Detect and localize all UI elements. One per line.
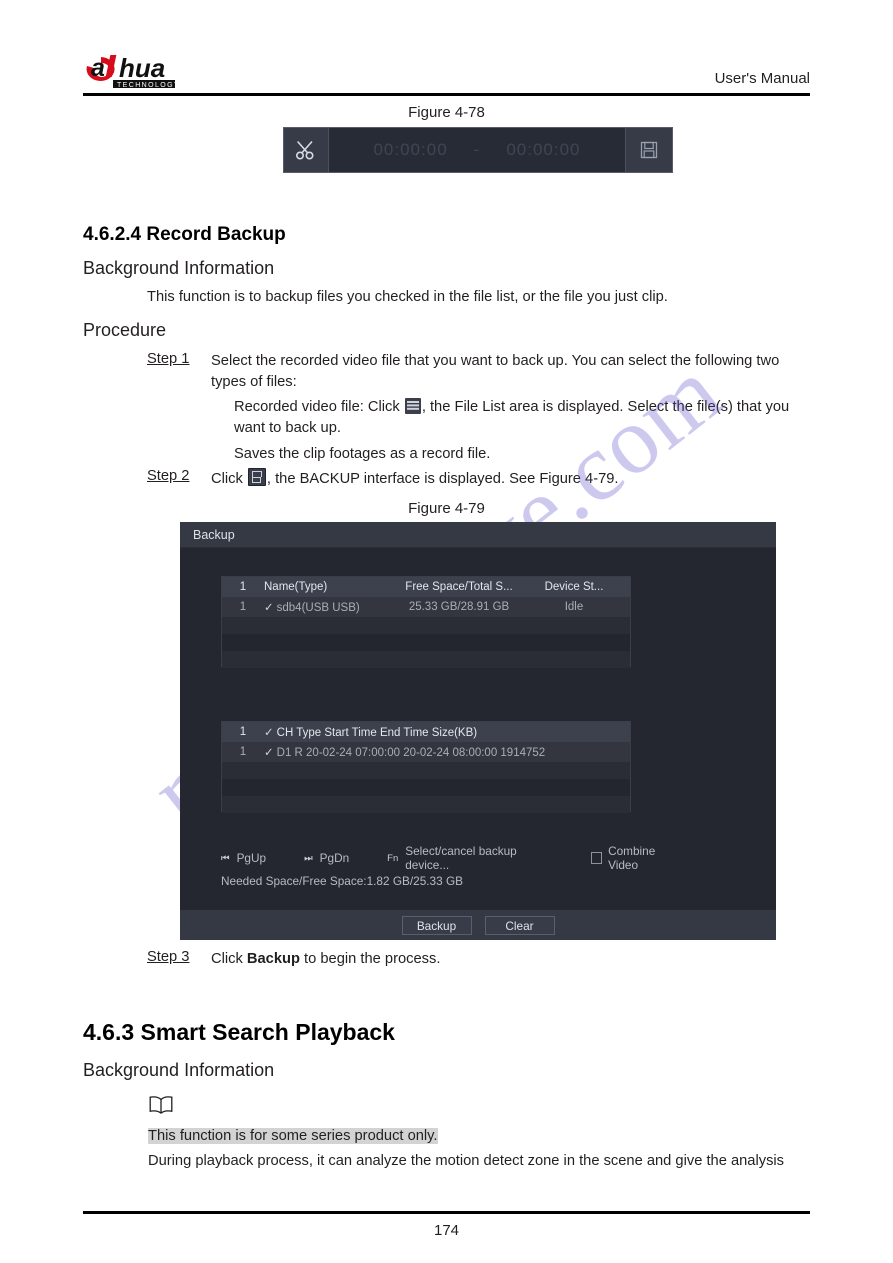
- device-col-status: Device St...: [544, 581, 604, 593]
- backup-dialog: Backup 1 Name(Type) Free Space/Total S..…: [180, 522, 776, 940]
- device-row-space: 25.33 GB/28.91 GB: [408, 601, 510, 613]
- table-row[interactable]: 1 ✓ D1 R 20-02-24 07:00:00 20-02-24 08:00…: [222, 742, 630, 762]
- pgup-button[interactable]: ⏮ PgUp: [221, 851, 266, 865]
- backup-button[interactable]: Backup: [401, 915, 472, 935]
- backup-dialog-footer: Backup Clear: [180, 910, 776, 940]
- step-3-post: to begin the process.: [299, 951, 441, 967]
- table-row[interactable]: 1 ✓ sdb4(USB USB) 25.33 GB/28.91 GB Idle: [222, 597, 630, 617]
- device-col-index: 1: [239, 581, 247, 593]
- svg-text:hua: hua: [119, 53, 165, 83]
- device-empty-row: [222, 634, 630, 651]
- file-row-values: ✓ D1 R 20-02-24 07:00:00 20-02-24 08:00:0…: [264, 745, 630, 759]
- header-title: User's Manual: [714, 70, 810, 87]
- file-col-labels: ✓ CH Type Start Time End Time Size(KB): [264, 725, 630, 739]
- note-text-highlighted: This function is for some series product…: [148, 1128, 438, 1144]
- dahua-logo: a hua TECHNOLOGY: [83, 52, 283, 90]
- step-3-bold: Backup: [246, 951, 300, 967]
- clip-time-range: 00:00:00 - 00:00:00: [329, 128, 625, 172]
- pgdn-key-icon: ⏭: [304, 852, 313, 864]
- save-icon[interactable]: [625, 128, 672, 172]
- footer-divider: [83, 1211, 810, 1214]
- pgup-key-icon: ⏮: [221, 852, 230, 864]
- backup-dialog-titlebar: Backup: [180, 522, 776, 548]
- manual-page: a hua TECHNOLOGY User's Manual manualshi…: [0, 0, 893, 1263]
- background-information-heading-1: Background Information: [83, 258, 275, 278]
- file-empty-row: [222, 796, 630, 813]
- file-row-text: D1 R 20-02-24 07:00:00 20-02-24 08:00:00…: [276, 747, 546, 759]
- backup-file-table: 1 ✓ CH Type Start Time End Time Size(KB) …: [221, 721, 631, 813]
- file-col-index: 1: [239, 726, 247, 738]
- backup-dialog-body: 1 Name(Type) Free Space/Total S... Devic…: [180, 548, 776, 910]
- device-col-name: Name(Type): [264, 581, 328, 593]
- page-number: 174: [433, 1222, 460, 1239]
- pgdn-button[interactable]: ⏭ PgDn: [304, 851, 349, 865]
- file-table-header: 1 ✓ CH Type Start Time End Time Size(KB): [222, 722, 630, 742]
- device-empty-row: [222, 651, 630, 668]
- step-1-line-1: Select the recorded video file that you …: [211, 353, 780, 369]
- step-2-pre: Click: [211, 471, 243, 487]
- step-2-label: Step 2: [147, 468, 190, 484]
- note-text: This function is for some series product…: [148, 1126, 788, 1147]
- file-header-text: CH Type Start Time End Time Size(KB): [276, 727, 478, 739]
- step-1-bullet-1: Recorded video file: Click , the File Li…: [234, 397, 814, 418]
- backup-save-icon[interactable]: [247, 468, 266, 486]
- figure-78-caption: Figure 4-78: [408, 104, 485, 121]
- device-checkmark-icon[interactable]: ✓: [264, 602, 274, 614]
- file-row-checkmark-icon[interactable]: ✓: [264, 747, 274, 759]
- clip-end-time[interactable]: 00:00:00: [506, 140, 580, 160]
- figure-78-clip-toolbar: 00:00:00 - 00:00:00: [283, 127, 673, 173]
- select-cancel-backup-device-label: Select/cancel backup device...: [405, 844, 517, 872]
- device-col-space: Free Space/Total S...: [405, 581, 513, 593]
- device-empty-row: [222, 617, 630, 634]
- scissors-icon[interactable]: [284, 128, 329, 172]
- svg-text:a: a: [91, 54, 105, 82]
- file-empty-row: [222, 762, 630, 779]
- combine-video-label: Combine Video: [608, 844, 656, 872]
- figure-79-caption: Figure 4-79: [408, 500, 485, 517]
- pgdn-label: PgDn: [319, 851, 350, 865]
- file-list-icon[interactable]: [404, 398, 421, 414]
- heading-463: 4.6.3 Smart Search Playback: [83, 1019, 395, 1046]
- step-3-label: Step 3: [147, 949, 190, 965]
- heading-4624: 4.6.2.4 Record Backup: [83, 224, 286, 245]
- header-divider: [83, 93, 810, 96]
- step-1-bullet-2: Saves the clip footages as a record file…: [234, 446, 491, 462]
- device-table-header: 1 Name(Type) Free Space/Total S... Devic…: [222, 577, 630, 597]
- step-2-post: , the BACKUP interface is displayed. See…: [266, 471, 619, 487]
- combine-video-checkbox[interactable]: Combine Video: [590, 844, 683, 872]
- step-3-pre: Click: [211, 951, 247, 967]
- step-2-text: Click , the BACKUP interface is displaye…: [211, 468, 811, 490]
- section-463-body-text: During playback process, it can analyze …: [148, 1153, 785, 1169]
- background-information-text-1: This function is to backup files you che…: [147, 289, 668, 305]
- backup-dialog-title: Backup: [193, 527, 235, 542]
- checkbox-icon[interactable]: [590, 852, 603, 864]
- device-name-value: sdb4(USB USB): [276, 602, 360, 614]
- needed-space-info: Needed Space/Free Space:1.82 GB/25.33 GB: [221, 874, 463, 888]
- backup-device-table: 1 Name(Type) Free Space/Total S... Devic…: [221, 576, 631, 668]
- step-1-line-2: types of files:: [211, 374, 297, 390]
- file-header-checkmark-icon[interactable]: ✓: [264, 727, 274, 739]
- file-row-index: 1: [239, 746, 247, 758]
- step-1-bullet-1-line-2: want to back up.: [234, 420, 341, 436]
- step-1-label: Step 1: [147, 351, 190, 367]
- book-note-icon: [148, 1095, 174, 1115]
- step-1-bullet-1-pre: Recorded video file: Click: [234, 399, 400, 415]
- step-3-text: Click Backup to begin the process.: [211, 949, 811, 970]
- clip-start-time[interactable]: 00:00:00: [373, 140, 447, 160]
- fn-key-icon: Fn: [387, 852, 399, 864]
- device-row-index: 1: [239, 601, 247, 613]
- background-information-heading-2: Background Information: [83, 1060, 275, 1080]
- device-row-status: Idle: [564, 601, 584, 613]
- backup-controls-row: ⏮ PgUp ⏭ PgDn Fn Select/cancel backup de…: [221, 844, 721, 872]
- page-header: a hua TECHNOLOGY User's Manual: [83, 52, 810, 92]
- svg-text:TECHNOLOGY: TECHNOLOGY: [117, 82, 180, 89]
- procedure-heading: Procedure: [83, 320, 167, 340]
- pgup-label: PgUp: [236, 851, 267, 865]
- select-cancel-backup-device-button[interactable]: Fn Select/cancel backup device...: [387, 844, 553, 872]
- file-empty-row: [222, 779, 630, 796]
- clip-time-dash: -: [473, 140, 481, 159]
- device-row-name: ✓ sdb4(USB USB): [264, 600, 394, 614]
- step-1-bullet-1-post: , the File List area is displayed. Selec…: [421, 399, 790, 415]
- clear-button[interactable]: Clear: [484, 915, 555, 935]
